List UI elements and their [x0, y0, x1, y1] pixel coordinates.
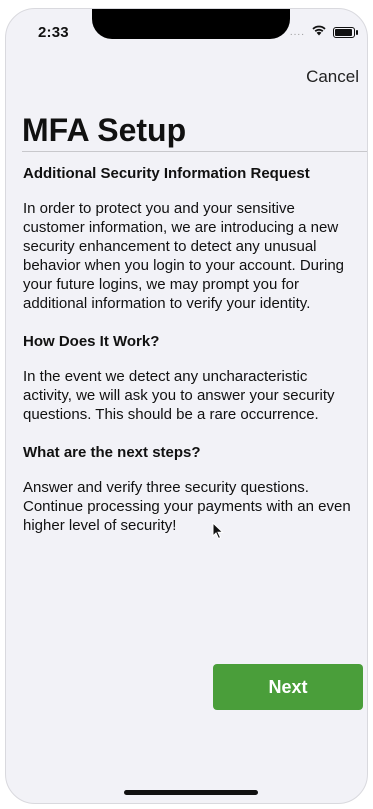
section-heading-security-request: Additional Security Information Request [23, 165, 310, 182]
battery-icon [333, 26, 358, 38]
mouse-cursor-icon [212, 521, 224, 545]
signal-icon: .... [289, 26, 305, 38]
wifi-icon [311, 23, 327, 41]
status-time: 2:33 [38, 24, 69, 41]
section-heading-how-it-works: How Does It Work? [23, 333, 160, 350]
cancel-button[interactable]: Cancel [306, 67, 359, 87]
section-body-next-steps: Answer and verify three security questio… [23, 479, 351, 534]
notch [92, 9, 290, 39]
section-body-how-it-works: In the event we detect any uncharacteris… [23, 368, 335, 423]
phone-screen: 2:33 .... Cancel MFA Setup Additional Se… [5, 8, 368, 804]
info-content: Additional Security Information Request … [23, 164, 358, 554]
page-title: MFA Setup [22, 112, 187, 148]
home-indicator [124, 790, 258, 795]
section-body-security-request: In order to protect you and your sensiti… [23, 200, 345, 312]
title-divider [22, 151, 367, 152]
status-icons: .... [289, 23, 358, 41]
section-heading-next-steps: What are the next steps? [23, 444, 201, 461]
next-button[interactable]: Next [213, 664, 363, 710]
